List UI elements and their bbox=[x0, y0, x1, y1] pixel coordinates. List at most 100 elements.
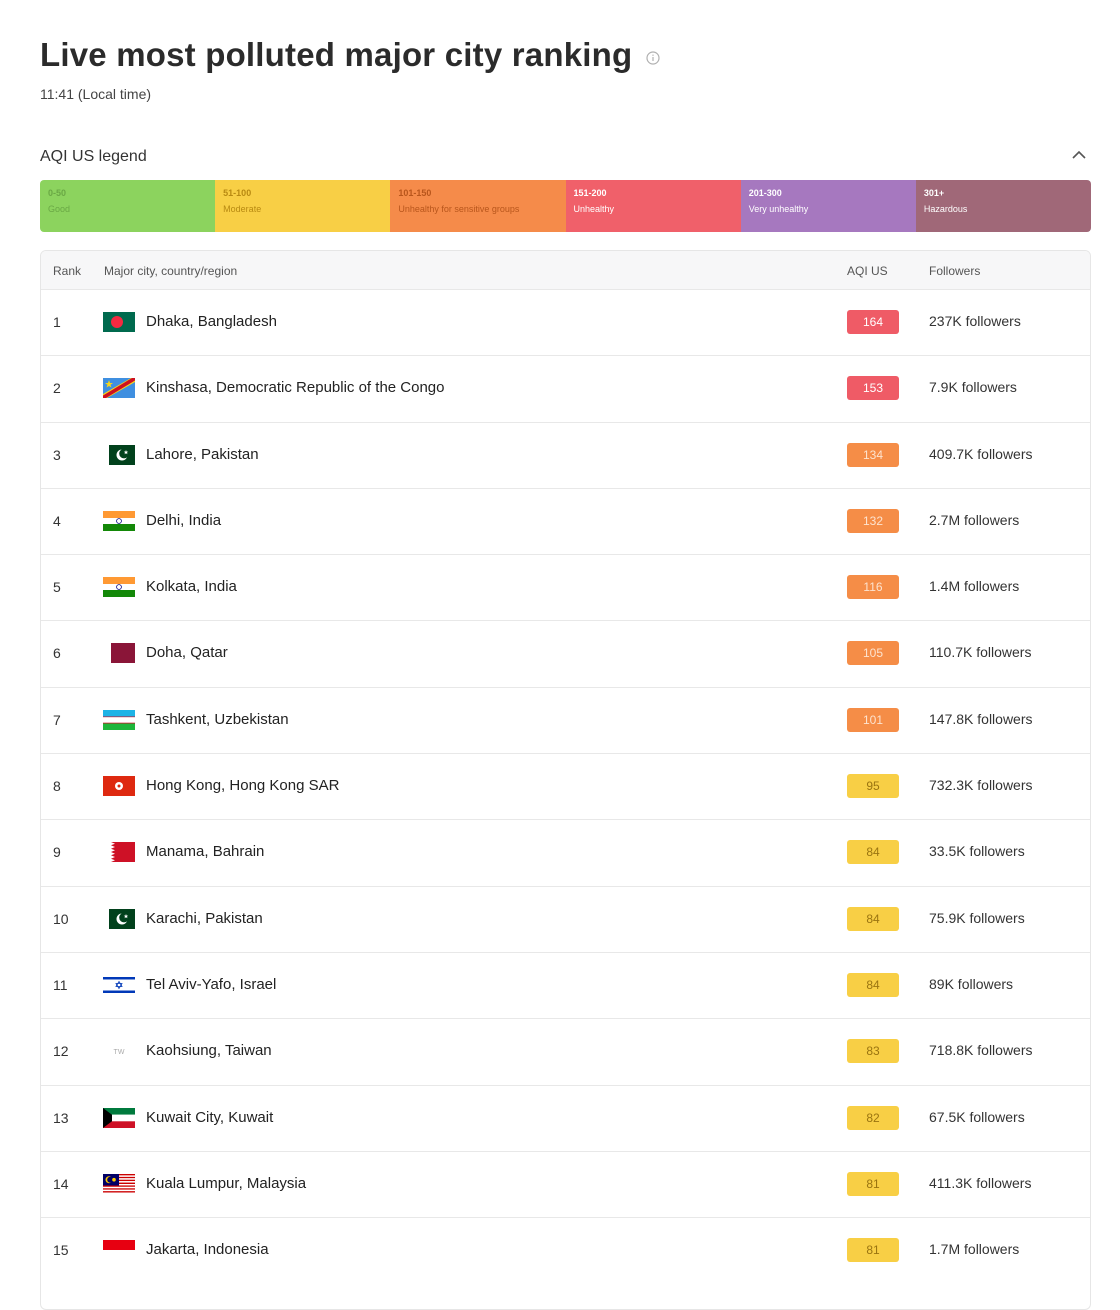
taiwan-flag-icon: TW bbox=[103, 1041, 135, 1061]
followers-count: 2.7M followers bbox=[929, 511, 1020, 528]
city-link[interactable]: Karachi, Pakistan bbox=[146, 910, 263, 927]
aqi-badge: 132 bbox=[847, 508, 899, 533]
aqi-badge: 82 bbox=[847, 1105, 899, 1130]
info-icon[interactable] bbox=[646, 51, 660, 65]
legend-segment-good: 0-50 Good bbox=[40, 180, 216, 232]
aqi-badge: 84 bbox=[847, 972, 899, 997]
followers-count: 237K followers bbox=[929, 313, 1021, 329]
followers-count: 89K followers bbox=[929, 975, 1014, 992]
city-link[interactable]: Manama, Bahrain bbox=[146, 843, 264, 860]
table-row[interactable]: 14 Kuala Lumpur, Malaysia 81 411.3K foll… bbox=[41, 1150, 1090, 1217]
legend-range: 101-150 bbox=[398, 188, 432, 198]
table-row[interactable]: 3 Lahore, Pakistan 134 409.7K followers bbox=[41, 421, 1090, 488]
rank-cell: 9 bbox=[53, 844, 61, 861]
aqi-badge: 164 bbox=[847, 310, 899, 334]
rank-cell: 5 bbox=[53, 579, 61, 596]
table-row[interactable]: 10 Karachi, Pakistan 84 75.9K followers bbox=[41, 885, 1090, 952]
table-row[interactable]: 11 Tel Aviv-Yafo, Israel 84 89K follower… bbox=[41, 951, 1090, 1018]
aqi-badge: 116 bbox=[847, 575, 899, 600]
city-link[interactable]: Kolkata, India bbox=[146, 578, 237, 595]
table-row[interactable]: 12 TW Kaohsiung, Taiwan 83 718.8K follow… bbox=[41, 1018, 1090, 1084]
aqi-badge: 105 bbox=[847, 641, 899, 666]
table-row[interactable]: 2 Kinshasa, Democratic Republic of the C… bbox=[41, 355, 1090, 421]
indonesia-flag-icon bbox=[103, 1240, 135, 1261]
legend-segment-unhealthy: 151-200 Unhealthy bbox=[565, 180, 741, 232]
rank-cell: 11 bbox=[53, 976, 68, 993]
table-row[interactable]: 13 Kuwait City, Kuwait 82 67.5K follower… bbox=[41, 1084, 1090, 1151]
column-header-city[interactable]: Major city, country/region bbox=[104, 264, 237, 278]
column-header-aqi[interactable]: AQI US bbox=[847, 264, 888, 278]
aqi-badge: 81 bbox=[847, 1238, 899, 1263]
ranking-table: Rank Major city, country/region AQI US F… bbox=[40, 250, 1091, 1310]
qatar-flag-icon bbox=[103, 643, 135, 664]
legend-range: 151-200 bbox=[573, 188, 607, 198]
aqi-badge: 84 bbox=[847, 906, 899, 931]
drc-flag-icon bbox=[103, 378, 135, 399]
legend-level: Unhealthy for sensitive groups bbox=[398, 204, 520, 214]
legend-level: Moderate bbox=[223, 204, 262, 214]
column-header-followers[interactable]: Followers bbox=[929, 264, 980, 278]
legend-level: Very unhealthy bbox=[748, 204, 809, 214]
legend-label: AQI US legend bbox=[40, 148, 147, 165]
table-row[interactable]: 9 Manama, Bahrain 84 33.5K followers bbox=[41, 819, 1090, 885]
rank-cell: 6 bbox=[53, 645, 61, 662]
city-link[interactable]: Delhi, India bbox=[146, 512, 221, 529]
page-title: Live most polluted major city ranking bbox=[40, 36, 633, 73]
city-link[interactable]: Hong Kong, Hong Kong SAR bbox=[146, 777, 339, 794]
aqi-badge: 134 bbox=[847, 442, 899, 467]
city-link[interactable]: Kinshasa, Democratic Republic of the Con… bbox=[146, 379, 445, 396]
followers-count: 718.8K followers bbox=[929, 1042, 1033, 1059]
rank-cell: 15 bbox=[53, 1242, 69, 1259]
legend-segment-sensitive: 101-150 Unhealthy for sensitive groups bbox=[390, 180, 566, 232]
table-row[interactable]: 8 Hong Kong, Hong Kong SAR 95 732.3K fol… bbox=[41, 753, 1090, 819]
rank-cell: 10 bbox=[53, 910, 69, 927]
israel-flag-icon bbox=[103, 974, 135, 995]
city-link[interactable]: Kaohsiung, Taiwan bbox=[146, 1042, 272, 1059]
followers-count: 33.5K followers bbox=[929, 843, 1025, 860]
rank-cell: 7 bbox=[53, 711, 61, 728]
table-row[interactable]: 7 Tashkent, Uzbekistan 101 147.8K follow… bbox=[41, 686, 1090, 753]
column-header-rank[interactable]: Rank bbox=[53, 264, 81, 278]
city-link[interactable]: Lahore, Pakistan bbox=[146, 446, 259, 463]
city-link[interactable]: Tel Aviv-Yafo, Israel bbox=[146, 976, 276, 993]
table-row[interactable]: 4 Delhi, India 132 2.7M followers bbox=[41, 487, 1090, 554]
rank-cell: 14 bbox=[53, 1175, 69, 1192]
legend-level: Good bbox=[48, 204, 71, 214]
legend-segment-hazardous: 301+ Hazardous bbox=[915, 180, 1091, 232]
followers-count: 110.7K followers bbox=[929, 644, 1032, 661]
aqi-badge: 83 bbox=[847, 1039, 899, 1064]
table-row[interactable]: 15 Jakarta, Indonesia 81 1.7M followers bbox=[41, 1217, 1090, 1283]
city-link[interactable]: Dhaka, Bangladesh bbox=[146, 313, 277, 330]
aqi-legend-bar: 0-50 Good 51-100 Moderate 101-150 Unhealthy… bbox=[40, 180, 1091, 232]
chevron-up-icon[interactable] bbox=[1070, 148, 1088, 162]
legend-level: Hazardous bbox=[923, 204, 968, 214]
rank-cell: 8 bbox=[53, 778, 61, 795]
city-link[interactable]: Jakarta, Indonesia bbox=[146, 1241, 269, 1258]
aqi-badge: 153 bbox=[847, 376, 899, 401]
rank-cell: 3 bbox=[53, 446, 61, 463]
bangladesh-flag-icon bbox=[103, 312, 135, 332]
city-link[interactable]: Tashkent, Uzbekistan bbox=[146, 711, 289, 728]
legend-range: 51-100 bbox=[223, 188, 252, 198]
legend-segment-very-unhealthy: 201-300 Very unhealthy bbox=[740, 180, 916, 232]
table-row[interactable]: 1 Dhaka, Bangladesh 164 237K followers bbox=[41, 289, 1090, 355]
followers-count: 67.5K followers bbox=[929, 1108, 1025, 1125]
bahrain-flag-icon bbox=[103, 842, 135, 863]
page-header: Live most polluted major city ranking bbox=[40, 36, 660, 74]
kuwait-flag-icon bbox=[103, 1107, 135, 1128]
india-flag-icon bbox=[103, 577, 135, 598]
city-link[interactable]: Kuwait City, Kuwait bbox=[146, 1109, 273, 1126]
city-link[interactable]: Doha, Qatar bbox=[146, 644, 228, 661]
uzbekistan-flag-icon bbox=[103, 709, 135, 730]
table-body: 1 Dhaka, Bangladesh 164 237K followers 2… bbox=[41, 289, 1090, 1283]
legend-level: Unhealthy bbox=[573, 204, 615, 214]
city-link[interactable]: Kuala Lumpur, Malaysia bbox=[146, 1175, 306, 1192]
followers-count: 75.9K followers bbox=[929, 909, 1025, 926]
pakistan-flag-icon bbox=[103, 444, 135, 465]
followers-count: 1.4M followers bbox=[929, 578, 1020, 595]
aqi-badge: 84 bbox=[847, 840, 899, 865]
table-row[interactable]: 5 Kolkata, India 116 1.4M followers bbox=[41, 554, 1090, 620]
table-header: Rank Major city, country/region AQI US F… bbox=[41, 251, 1090, 289]
table-row[interactable]: 6 Doha, Qatar 105 110.7K followers bbox=[41, 620, 1090, 686]
legend-segment-moderate: 51-100 Moderate bbox=[215, 180, 391, 232]
